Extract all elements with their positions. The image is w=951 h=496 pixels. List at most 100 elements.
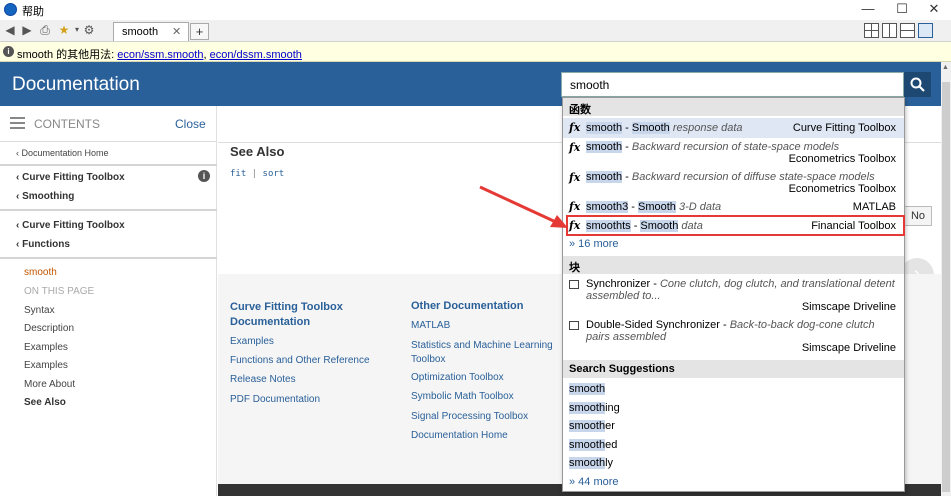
toc-more-about[interactable]: More About [24, 379, 75, 390]
function-fx-icon: fx [569, 171, 581, 184]
current-page-item[interactable]: smooth [24, 267, 57, 278]
function-lead: Smooth [637, 201, 676, 213]
minimize-button[interactable]: — [851, 0, 885, 20]
favorites-star-icon[interactable]: ★ [57, 23, 71, 37]
divider [0, 164, 217, 166]
suggestion-item[interactable]: smoother [569, 420, 615, 432]
toc-syntax[interactable]: Syntax [24, 305, 55, 316]
suggestion-rest: ly [605, 457, 614, 469]
toc-examples-2[interactable]: Examples [24, 360, 68, 371]
function-product: Econometrics Toolbox [788, 183, 896, 195]
page-title: Documentation [12, 74, 140, 95]
footer-link-examples[interactable]: Examples [230, 336, 274, 347]
breadcrumb-functions[interactable]: ‹ Functions [16, 239, 70, 250]
page-scrollbar[interactable]: ▲ [941, 62, 951, 496]
breadcrumb-curve-fitting-2[interactable]: ‹ Curve Fitting Toolbox [16, 220, 125, 231]
settings-gear-icon[interactable]: ⚙ [82, 23, 96, 37]
search-box[interactable] [561, 72, 904, 97]
new-tab-button[interactable]: + [190, 23, 209, 40]
app-icon [4, 3, 17, 16]
function-name: smooth [586, 122, 623, 134]
footer-link-stats[interactable]: Statistics and Machine Learning Toolbox [411, 339, 561, 367]
info-prefix: smooth 的其他用法: [17, 49, 118, 61]
annotation-arrow-icon [479, 185, 568, 228]
footer-link-optimization[interactable]: Optimization Toolbox [411, 372, 504, 383]
divider [0, 209, 217, 211]
tab-label: smooth [122, 26, 159, 38]
annotation-highlight-box [566, 215, 905, 236]
see-also-sort-link[interactable]: sort [263, 169, 285, 179]
toc-examples[interactable]: Examples [24, 342, 68, 353]
footer-link-doc-home[interactable]: Documentation Home [411, 430, 508, 441]
function-name: smooth [586, 171, 623, 183]
footer-other-heading[interactable]: Other Documentation [411, 300, 523, 312]
suggestion-item[interactable]: smoothing [569, 402, 620, 414]
toc-see-also[interactable]: See Also [24, 397, 66, 408]
footer-link-matlab[interactable]: MATLAB [411, 320, 450, 331]
breadcrumb-doc-home[interactable]: ‹ Documentation Home [16, 148, 109, 158]
function-product: MATLAB [852, 201, 896, 213]
search-icon [910, 77, 925, 92]
suggestion-match: smooth [569, 402, 606, 414]
info-icon[interactable]: i [198, 170, 210, 182]
footer-link-pdf[interactable]: PDF Documentation [230, 394, 320, 405]
tab-close-icon[interactable]: ✕ [172, 25, 181, 38]
footer-link-symbolic[interactable]: Symbolic Math Toolbox [411, 391, 514, 402]
on-this-page-label: ON THIS PAGE [24, 286, 95, 297]
functions-more-link[interactable]: » 16 more [569, 238, 619, 250]
section-blocks-header: 块 [563, 256, 904, 274]
function-product: Econometrics Toolbox [788, 153, 896, 165]
section-suggestions-header: Search Suggestions [563, 360, 904, 378]
close-window-button[interactable]: ✕ [917, 0, 951, 20]
link-econ-ssm-smooth[interactable]: econ/ssm.smooth [117, 49, 203, 61]
block-result-double-sided-synchronizer[interactable]: Double-Sided Synchronizer - Back-to-back… [586, 319, 896, 343]
print-icon[interactable]: ⎙ [38, 23, 52, 37]
footer-link-signal[interactable]: Signal Processing Toolbox [411, 411, 528, 422]
split-horizontal-icon[interactable] [900, 23, 915, 38]
function-result-smooth3[interactable]: smooth3 - Smooth 3-D data [586, 201, 721, 213]
search-input[interactable] [562, 73, 903, 96]
scroll-up-icon[interactable]: ▲ [942, 64, 949, 71]
see-also-links: fit | sort [230, 169, 284, 179]
function-desc: Backward recursion of state-space models [631, 141, 840, 153]
suggestion-item[interactable]: smoothed [569, 439, 617, 451]
back-icon[interactable]: ◀ [3, 23, 17, 37]
suggestion-rest: er [605, 420, 615, 432]
divider [0, 257, 217, 259]
browser-toolbar: ◀ ▶ ⎙ ★ ▾ ⚙ smooth ✕ + [0, 20, 951, 42]
feedback-no-button[interactable]: No [904, 206, 932, 226]
contents-header: CONTENTS Close [0, 106, 217, 142]
search-button[interactable] [904, 72, 931, 97]
suggestion-item[interactable]: smooth [569, 383, 606, 395]
tab-smooth[interactable]: smooth ✕ [113, 22, 189, 41]
split-vertical-icon[interactable] [882, 23, 897, 38]
footer-link-release-notes[interactable]: Release Notes [230, 374, 296, 385]
sidebar: CONTENTS Close ‹ Documentation Home ‹ Cu… [0, 106, 217, 496]
suggestion-match: smooth [569, 383, 606, 395]
breadcrumb-curve-fitting-1[interactable]: ‹ Curve Fitting Toolbox [16, 172, 125, 183]
single-pane-icon[interactable] [918, 23, 933, 38]
see-also-sep: | [246, 169, 263, 179]
suggestion-match: smooth [569, 439, 606, 451]
function-name: smooth3 [586, 201, 629, 213]
function-result-smooth-ssm[interactable]: smooth - Backward recursion of state-spa… [586, 141, 839, 153]
grid-layout-icon[interactable] [864, 23, 879, 38]
suggestion-item[interactable]: smoothly [569, 457, 613, 469]
function-result-smooth-dssm[interactable]: smooth - Backward recursion of diffuse s… [586, 171, 875, 183]
block-result-synchronizer[interactable]: Synchronizer - Cone clutch, dog clutch, … [586, 278, 896, 302]
suggestion-rest: ing [605, 402, 620, 414]
function-desc: response data [669, 122, 743, 134]
maximize-button[interactable]: ☐ [885, 0, 919, 20]
link-econ-dssm-smooth[interactable]: econ/dssm.smooth [210, 49, 302, 61]
scrollbar-thumb[interactable] [942, 82, 950, 492]
footer-link-functions[interactable]: Functions and Other Reference [230, 355, 370, 366]
breadcrumb-smoothing[interactable]: ‹ Smoothing [16, 191, 74, 202]
info-icon: i [3, 46, 14, 57]
hamburger-icon[interactable] [10, 117, 25, 119]
forward-icon[interactable]: ▶ [20, 23, 34, 37]
close-contents-link[interactable]: Close [175, 117, 206, 131]
toc-description[interactable]: Description [24, 323, 74, 334]
see-also-fit-link[interactable]: fit [230, 169, 246, 179]
footer-cft-heading[interactable]: Curve Fitting Toolbox Documentation [230, 300, 390, 330]
suggestions-more-link[interactable]: » 44 more [569, 476, 619, 488]
